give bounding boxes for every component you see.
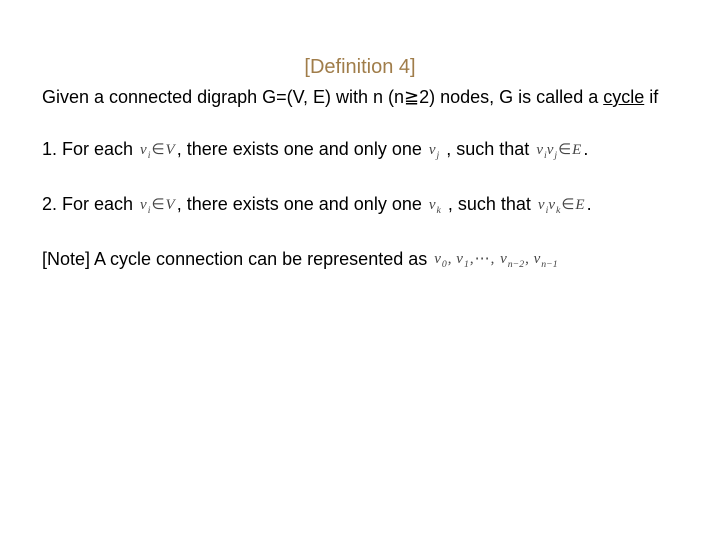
- seq-sub: n−1: [540, 259, 557, 270]
- cond1-mid: , there exists one and only one: [177, 139, 427, 159]
- seq-sub: 1: [463, 259, 469, 270]
- slide: [Definition 4] Given a connected digraph…: [0, 0, 720, 540]
- body-text: Given a connected digraph G=(V, E) with …: [42, 85, 678, 274]
- cond2-tail: .: [587, 194, 592, 214]
- math-var: v: [140, 142, 147, 158]
- intro-pre: Given a connected digraph G=(V, E) with …: [42, 87, 603, 107]
- math-op: ∈: [150, 197, 165, 213]
- seq-term: v: [500, 251, 507, 267]
- cond2-mid: , there exists one and only one: [177, 194, 427, 214]
- cond2-math-edge: vivk∈E: [538, 193, 585, 219]
- cond1-lead: 1. For each: [42, 139, 138, 159]
- condition-1: 1. For each vi∈V , there exists one and …: [42, 135, 678, 164]
- seq-sep: ,: [524, 251, 530, 267]
- math-set: V: [166, 142, 175, 158]
- definition-title: [Definition 4]: [42, 56, 678, 79]
- math-var: v: [548, 197, 555, 213]
- cond1-math-vi-in-V: vi∈V: [140, 138, 175, 164]
- intro-paragraph: Given a connected digraph G=(V, E) with …: [42, 85, 678, 109]
- intro-underlined: cycle: [603, 87, 644, 107]
- cond1-tail: .: [583, 139, 588, 159]
- note-row: [Note] A cycle connection can be represe…: [42, 245, 678, 274]
- cond1-math-edge: vivj∈E: [536, 138, 581, 164]
- math-op: ∈: [560, 197, 575, 213]
- cond1-after2: , such that: [441, 139, 534, 159]
- seq-sub: n−2: [507, 259, 524, 270]
- seq-sep: ,: [447, 251, 453, 267]
- math-op: ∈: [150, 142, 165, 158]
- seq-term: v: [456, 251, 463, 267]
- math-var: v: [536, 142, 543, 158]
- math-sub: k: [436, 205, 441, 216]
- cond1-math-vj: vj: [429, 138, 439, 164]
- math-var: v: [538, 197, 545, 213]
- math-set: V: [166, 197, 175, 213]
- note-lead: [Note] A cycle connection can be represe…: [42, 249, 432, 269]
- intro-post: if: [644, 87, 658, 107]
- math-sub: j: [436, 150, 440, 161]
- math-op: ∈: [557, 142, 572, 158]
- math-set: E: [572, 142, 581, 158]
- math-var: v: [140, 197, 147, 213]
- seq-term: v: [434, 251, 441, 267]
- cond2-math-vk: vk: [429, 193, 441, 219]
- cond2-lead: 2. For each: [42, 194, 138, 214]
- cond2-after2: , such that: [443, 194, 536, 214]
- condition-2: 2. For each vi∈V , there exists one and …: [42, 190, 678, 219]
- math-var: v: [429, 197, 436, 213]
- seq-ellipsis: ,⋯,: [469, 251, 497, 267]
- cond2-math-vi-in-V: vi∈V: [140, 193, 175, 219]
- note-sequence: v0, v1,⋯, vn−2, vn−1: [434, 247, 557, 273]
- seq-sub: 0: [441, 259, 447, 270]
- math-set: E: [575, 197, 584, 213]
- content-area: [Definition 4] Given a connected digraph…: [42, 56, 678, 300]
- math-var: v: [429, 142, 436, 158]
